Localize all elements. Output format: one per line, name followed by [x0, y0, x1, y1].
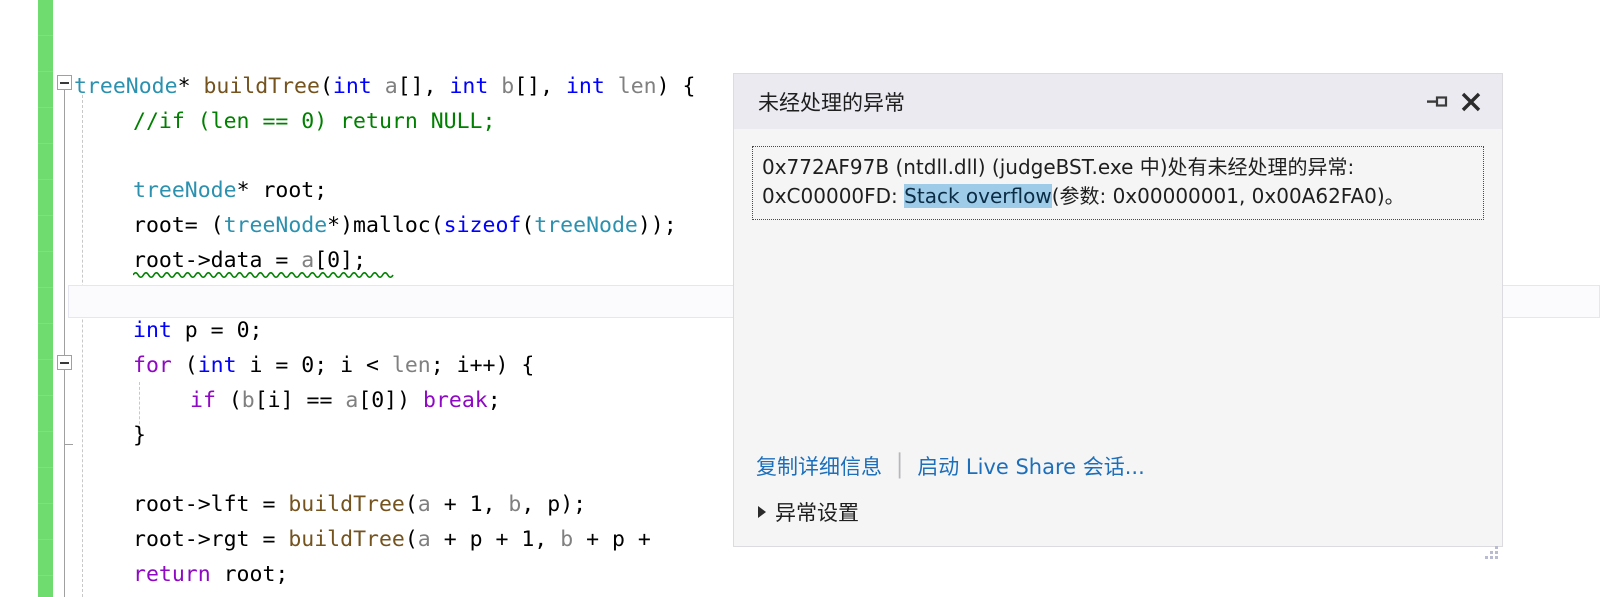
error-squiggle [133, 272, 394, 278]
exception-settings-label: 异常设置 [775, 501, 859, 525]
pin-icon[interactable] [1420, 85, 1454, 119]
exception-message-line-1: 0x772AF97B (ntdll.dll) (judgeBST.exe 中)处… [762, 153, 1474, 182]
code-line: } [133, 423, 146, 448]
exception-params-text: (参数: 0x00000001, 0x00A62FA0)。 [1051, 184, 1405, 208]
code-line: int p = 0; [133, 318, 263, 343]
dialog-title: 未经处理的异常 [758, 90, 905, 115]
copy-details-link[interactable]: 复制详细信息 [756, 451, 882, 481]
resize-grip[interactable] [1482, 543, 1498, 559]
start-live-share-link[interactable]: 启动 Live Share 会话... [917, 451, 1145, 481]
code-line: treeNode* root; [133, 178, 328, 203]
exception-message[interactable]: 0x772AF97B (ntdll.dll) (judgeBST.exe 中)处… [752, 146, 1484, 220]
exception-message-line-2: 0xC00000FD: Stack overflow(参数: 0x0000000… [762, 182, 1474, 211]
code-line: return root; [133, 562, 289, 587]
code-line: root->lft = buildTree(a + 1, b, p); [133, 492, 587, 517]
dialog-titlebar: 未经处理的异常 [734, 74, 1502, 129]
chevron-right-icon [758, 506, 766, 518]
dialog-body: 0x772AF97B (ntdll.dll) (judgeBST.exe 中)处… [734, 146, 1502, 563]
code-line: root->rgt = buildTree(a + p + 1, b + p + [133, 527, 664, 552]
dialog-action-links: 复制详细信息 │ 启动 Live Share 会话... [756, 451, 1145, 481]
exception-code-text: 0xC00000FD: [762, 184, 905, 208]
exception-address-text: 0x772AF97B (ntdll.dll) (judgeBST.exe 中)处… [762, 155, 1355, 179]
unhandled-exception-dialog[interactable]: 未经处理的异常 0x772AF97B (ntdll.dll) (judgeBST… [733, 73, 1503, 559]
close-icon[interactable] [1454, 85, 1488, 119]
code-line: if (b[i] == a[0]) break; [190, 388, 501, 413]
link-separator: │ [893, 453, 907, 479]
code-line: root= (treeNode*)malloc(sizeof(treeNode)… [133, 213, 677, 238]
exception-selected-text: Stack overflow [904, 184, 1052, 208]
code-line: treeNode* buildTree(int a[], int b[], in… [74, 74, 696, 99]
code-line: for (int i = 0; i < len; i++) { [133, 353, 535, 378]
code-line: //if (len == 0) return NULL; [133, 109, 496, 134]
exception-settings-expander[interactable]: 异常设置 [758, 497, 859, 527]
